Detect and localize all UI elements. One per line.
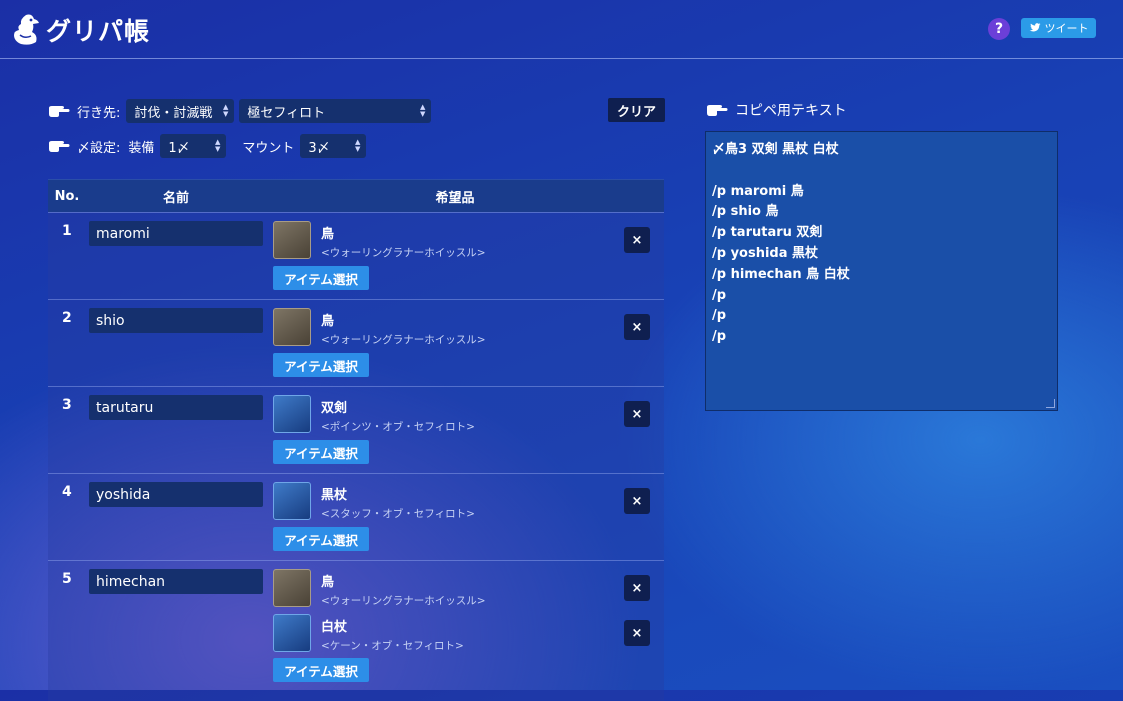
item-select-button[interactable]: アイテム選択 [273, 658, 369, 682]
equip-value: 1〆 [168, 140, 190, 156]
copy-line: 〆鳥3 双剣 黒杖 白杖 [712, 142, 839, 157]
name-input[interactable]: himechan [89, 569, 263, 594]
table-row: 2 shio 鳥 <ウォーリングラナーホイッスル> × アイテム選択 [48, 299, 664, 386]
twin-swords-icon [273, 395, 311, 433]
settings-row: 〆設定: 装備 1〆 ▲ ▼ マウント 3〆 ▲ ▼ [48, 134, 367, 158]
pointing-hand-icon [49, 106, 70, 117]
wish-item: 鳥 <ウォーリングラナーホイッスル> [273, 221, 486, 260]
row-number: 3 [62, 397, 72, 413]
item-name: 鳥 [321, 575, 335, 590]
logo[interactable]: グリパ帳 [12, 12, 150, 48]
name-input[interactable]: maromi [89, 221, 263, 246]
destination-category-value: 討伐・討滅戦 [134, 105, 213, 121]
header-no: No. [54, 188, 80, 204]
copy-line: /p maromi 鳥 [712, 183, 804, 199]
select-arrows-icon: ▲ ▼ [420, 103, 426, 118]
copy-line: /p [712, 287, 727, 303]
wish-item: 鳥 <ウォーリングラナーホイッスル> [273, 308, 486, 347]
tweet-button[interactable]: ツイート [1021, 18, 1096, 38]
item-fullname: <ウォーリングラナーホイッスル> [321, 247, 486, 259]
name-input[interactable]: tarutaru [89, 395, 263, 420]
pointing-hand-icon [49, 141, 70, 152]
remove-item-button[interactable]: × [624, 488, 650, 514]
item-fullname: <ウォーリングラナーホイッスル> [321, 334, 486, 346]
copy-panel-heading: コピペ用テキスト [706, 100, 847, 120]
copy-line: /p [712, 329, 727, 345]
clear-button[interactable]: クリア [608, 98, 665, 122]
destination-duty-select[interactable]: 極セフィロト ▲ ▼ [239, 99, 432, 123]
equip-label: 装備 [128, 140, 155, 156]
copy-line: /p shio 鳥 [712, 204, 779, 220]
destination-duty-value: 極セフィロト [247, 105, 326, 121]
header-wish: 希望品 [435, 190, 475, 206]
wish-item: 黒杖 <スタッフ・オブ・セフィロト> [273, 482, 475, 521]
app-title: グリパ帳 [46, 17, 151, 46]
black-staff-icon [273, 482, 311, 520]
copy-line: /p yoshida 黒杖 [712, 245, 819, 261]
whistle-icon [273, 569, 311, 607]
item-select-button[interactable]: アイテム選択 [273, 440, 369, 464]
copy-textarea[interactable]: 〆鳥3 双剣 黒杖 白杖 /p maromi 鳥 /p shio 鳥 /p ta… [705, 131, 1058, 411]
resize-handle-icon[interactable] [1046, 399, 1055, 408]
help-button[interactable]: ? [988, 18, 1010, 40]
destination-label: 行き先: [77, 105, 121, 121]
remove-item-button[interactable]: × [624, 620, 650, 646]
item-fullname: <ケーン・オブ・セフィロト> [321, 640, 464, 652]
mount-label: マウント [242, 140, 295, 156]
name-input[interactable]: yoshida [89, 482, 263, 507]
item-name: 双剣 [321, 401, 348, 416]
select-arrows-icon: ▲ ▼ [223, 103, 229, 118]
wish-item: 白杖 <ケーン・オブ・セフィロト> [273, 614, 464, 653]
chocobo-logo-icon [14, 14, 39, 45]
header: グリパ帳 ? ツイート [0, 0, 1123, 59]
whistle-icon [273, 308, 311, 346]
item-name: 黒杖 [321, 488, 348, 503]
select-arrows-icon: ▲ ▼ [355, 138, 361, 153]
table-row: 5 himechan 鳥 <ウォーリングラナーホイッスル> × 白杖 <ケーン・… [48, 560, 664, 701]
remove-item-button[interactable]: × [624, 227, 650, 253]
row-number: 4 [62, 484, 72, 500]
row-number: 5 [62, 571, 72, 587]
pointing-hand-icon [707, 105, 728, 116]
name-input[interactable]: shio [89, 308, 263, 333]
settings-label: 〆設定: [77, 140, 121, 156]
copy-line: /p tarutaru 双剣 [712, 225, 823, 241]
item-fullname: <スタッフ・オブ・セフィロト> [321, 508, 475, 520]
row-number: 2 [62, 310, 72, 326]
equip-select[interactable]: 1〆 ▲ ▼ [160, 134, 227, 158]
wish-item: 双剣 <ポインツ・オブ・セフィロト> [273, 395, 475, 434]
wish-item: 鳥 <ウォーリングラナーホイッスル> [273, 569, 486, 608]
destination-row: 行き先: 討伐・討滅戦 ▲ ▼ 極セフィロト ▲ ▼ [48, 99, 432, 123]
copy-panel-title: コピペ用テキスト [735, 103, 847, 119]
item-name: 鳥 [321, 314, 335, 329]
destination-category-select[interactable]: 討伐・討滅戦 ▲ ▼ [126, 99, 235, 123]
tweet-label: ツイート [1044, 22, 1089, 35]
party-table: No. 名前 希望品 1 maromi 鳥 <ウォーリングラナーホイッスル> ×… [48, 179, 664, 701]
mount-select[interactable]: 3〆 ▲ ▼ [300, 134, 367, 158]
item-select-button[interactable]: アイテム選択 [273, 353, 369, 377]
header-name: 名前 [162, 190, 189, 206]
item-select-button[interactable]: アイテム選択 [273, 527, 369, 551]
remove-item-button[interactable]: × [624, 575, 650, 601]
select-arrows-icon: ▲ ▼ [215, 138, 221, 153]
table-row: 1 maromi 鳥 <ウォーリングラナーホイッスル> × アイテム選択 [48, 212, 664, 299]
item-select-button[interactable]: アイテム選択 [273, 266, 369, 290]
remove-item-button[interactable]: × [624, 314, 650, 340]
table-row: 4 yoshida 黒杖 <スタッフ・オブ・セフィロト> × アイテム選択 [48, 473, 664, 560]
row-number: 1 [62, 223, 72, 239]
remove-item-button[interactable]: × [624, 401, 650, 427]
white-cane-icon [273, 614, 311, 652]
copy-line: /p himechan 鳥 白杖 [712, 266, 850, 282]
item-name: 鳥 [321, 227, 335, 242]
table-row: 3 tarutaru 双剣 <ポインツ・オブ・セフィロト> × アイテム選択 [48, 386, 664, 473]
item-fullname: <ポインツ・オブ・セフィロト> [321, 421, 475, 433]
item-fullname: <ウォーリングラナーホイッスル> [321, 595, 486, 607]
item-name: 白杖 [321, 620, 348, 635]
twitter-bird-icon [1029, 23, 1040, 32]
table-header: No. 名前 希望品 [48, 179, 664, 212]
mount-value: 3〆 [308, 140, 330, 156]
whistle-icon [273, 221, 311, 259]
copy-line [712, 161, 1051, 182]
copy-line: /p [712, 308, 727, 324]
